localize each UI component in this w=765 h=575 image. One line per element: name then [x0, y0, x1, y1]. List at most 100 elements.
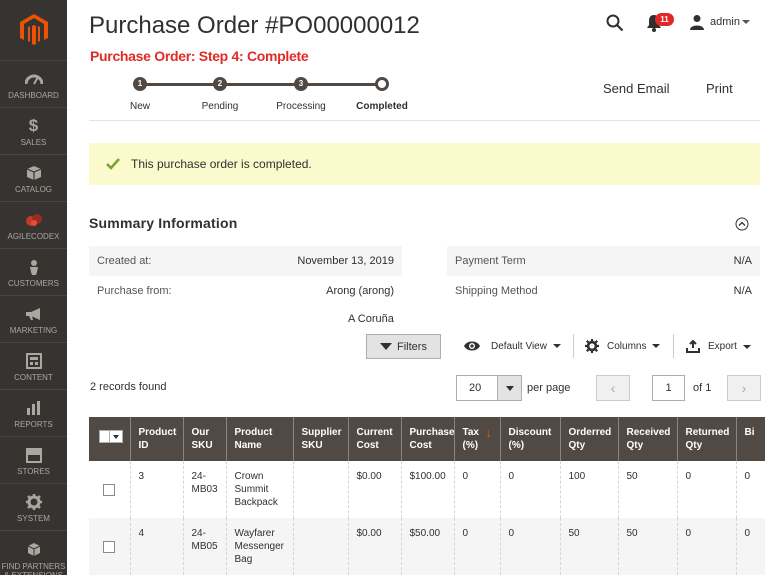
chevron-up-icon[interactable] [735, 217, 749, 231]
table-cell: 0 [453, 518, 500, 575]
sort-arrow-icon: ↓ [485, 425, 493, 440]
print-button[interactable]: Print [706, 81, 733, 96]
column-header[interactable]: Received Qty [617, 417, 677, 461]
records-found: 2 records found [90, 381, 167, 393]
page-title: Purchase Order #PO00000012 [89, 12, 420, 39]
nav-label: AgileCodex [7, 231, 60, 241]
summary-row-payment-term: Payment Term N/A [447, 246, 760, 276]
page-count: of 1 [693, 382, 712, 394]
page-number-input[interactable]: 1 [652, 375, 685, 401]
products-grid: Product ID Our SKU Product Name Supplier… [89, 417, 765, 575]
step-new: 1 New [100, 75, 180, 112]
filters-button[interactable]: Filters [366, 334, 441, 359]
step-dot: 3 [294, 77, 308, 91]
agilecodex-icon [25, 210, 43, 230]
nav-label: Marketing [9, 325, 58, 335]
column-header[interactable]: Purchase Cost [400, 417, 455, 461]
step-pending: 2 Pending [180, 75, 260, 112]
column-header[interactable]: Product ID [129, 417, 183, 461]
mass-select-header[interactable] [89, 417, 130, 461]
table-cell: $100.00 [400, 461, 454, 518]
summary-row-shipping-method: Shipping Method N/A [447, 276, 760, 306]
column-header[interactable]: Product Name [225, 417, 293, 461]
columns-label: Columns [607, 340, 647, 352]
step-dot: 2 [213, 77, 227, 91]
row-select-cell [89, 518, 130, 575]
column-header-tax[interactable]: Tax (%) ↓ [453, 417, 500, 461]
table-cell: 24-MB03 [182, 461, 226, 518]
search-icon[interactable] [606, 14, 624, 32]
columns-dropdown[interactable]: Columns [585, 339, 661, 353]
per-page-toggle[interactable] [497, 376, 521, 400]
column-header[interactable]: Current Cost [347, 417, 401, 461]
chevron-down-icon[interactable] [113, 434, 119, 439]
gear-icon [25, 492, 42, 512]
funnel-icon [380, 343, 393, 350]
step-label: Processing [276, 101, 326, 112]
cubes-icon [26, 540, 42, 560]
nav-stores[interactable]: Stores [0, 436, 67, 483]
magento-logo[interactable] [0, 0, 67, 60]
table-cell: Crown Summit Backpack [225, 461, 293, 518]
nav-agilecodex[interactable]: AgileCodex [0, 201, 67, 248]
summary-value: N/A [733, 285, 752, 297]
table-cell: 100 [559, 461, 618, 518]
nav-find-partners[interactable]: Find Partners & Extensions [0, 530, 67, 575]
chevron-down-icon[interactable] [742, 20, 750, 24]
step-heading: Purchase Order: Step 4: Complete [90, 48, 309, 64]
chevron-down-icon [552, 344, 561, 348]
nav-sales[interactable]: $ Sales [0, 107, 67, 154]
checkbox[interactable] [100, 431, 110, 442]
summary-label: Shipping Method [455, 285, 538, 297]
table-cell: 0 [499, 518, 560, 575]
column-header[interactable]: Returned Qty [676, 417, 736, 461]
nav-label: Dashboard [8, 90, 59, 100]
table-cell: 0 [676, 518, 736, 575]
column-header[interactable]: Bi [735, 417, 765, 461]
nav-catalog[interactable]: Catalog [0, 154, 67, 201]
bar-chart-icon [26, 398, 42, 418]
summary-label: Purchase from: [97, 285, 172, 297]
nav-label: Customers [8, 278, 59, 288]
admin-sidebar: Dashboard $ Sales Catalog AgileCodex Cus… [0, 0, 67, 575]
nav-label: Sales [20, 137, 47, 147]
nav-label: Reports [14, 419, 53, 429]
order-steps: 1 New 2 Pending 3 Processing Completed S… [89, 67, 760, 121]
chevron-down-icon [742, 344, 751, 349]
nav-marketing[interactable]: Marketing [0, 295, 67, 342]
step-dot-current [375, 77, 389, 91]
nav-content[interactable]: Content [0, 342, 67, 389]
nav-reports[interactable]: Reports [0, 389, 67, 436]
user-icon[interactable] [689, 14, 705, 30]
per-page-select[interactable]: 20 [456, 375, 522, 401]
export-dropdown[interactable]: Export [686, 340, 751, 353]
nav-dashboard[interactable]: Dashboard [0, 60, 67, 107]
nav-customers[interactable]: Customers [0, 248, 67, 295]
row-checkbox[interactable] [103, 484, 115, 496]
column-header[interactable]: Discount (%) [499, 417, 560, 461]
checkmark-icon [106, 158, 120, 170]
column-header: Tax (%) [462, 427, 480, 451]
previous-page-button[interactable]: ‹ [596, 375, 630, 401]
nav-system[interactable]: System [0, 483, 67, 530]
column-header[interactable]: Our SKU [182, 417, 226, 461]
summary-value: November 13, 2019 [297, 255, 394, 267]
table-cell: $0.00 [347, 518, 401, 575]
row-checkbox[interactable] [103, 541, 115, 553]
column-header[interactable]: Supplier SKU [292, 417, 348, 461]
notification-badge[interactable]: 11 [655, 13, 674, 26]
mass-select-checkbox[interactable] [99, 430, 123, 443]
send-email-button[interactable]: Send Email [603, 81, 669, 96]
step-dot: 1 [133, 77, 147, 91]
next-page-button[interactable]: › [727, 375, 761, 401]
user-name[interactable]: admin [710, 16, 740, 28]
default-view-dropdown[interactable]: Default View [463, 340, 561, 352]
table-cell: 4 [129, 518, 183, 575]
column-header[interactable]: Orderred Qty [559, 417, 618, 461]
table-cell: 0 [676, 461, 736, 518]
dashboard-icon [24, 69, 43, 89]
gear-icon [585, 339, 599, 353]
success-message: This purchase order is completed. [89, 143, 760, 185]
table-cell: 0 [499, 461, 560, 518]
megaphone-icon [25, 304, 43, 324]
